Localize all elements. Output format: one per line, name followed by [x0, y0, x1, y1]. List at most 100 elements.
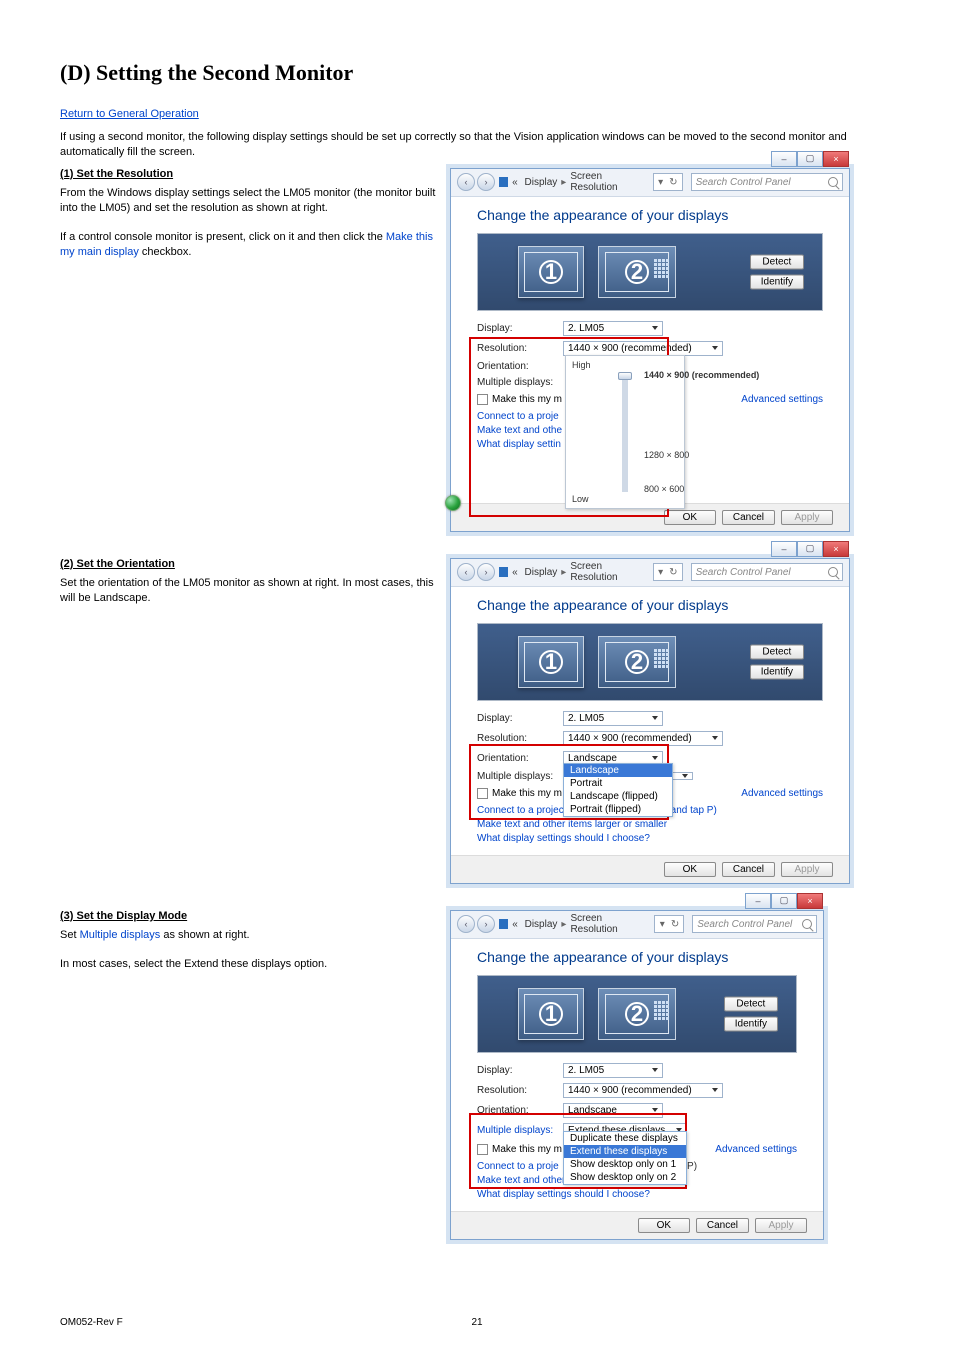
identify-button[interactable]: Identify — [750, 274, 804, 289]
address-field[interactable]: ▾↻ — [654, 915, 684, 933]
monitor-2[interactable]: 2 — [598, 246, 676, 298]
resolution-select[interactable]: 1440 × 900 (recommended) — [563, 1083, 723, 1098]
identify-button[interactable]: Identify — [750, 664, 804, 679]
multiple-label: Multiple displays: — [477, 1125, 563, 1136]
minimize-button[interactable]: – — [771, 541, 797, 557]
orientation-option-portrait-flipped[interactable]: Portrait (flipped) — [564, 803, 672, 816]
multiple-option-extend[interactable]: Extend these displays — [564, 1145, 686, 1158]
maximize-button[interactable]: ▢ — [797, 151, 823, 167]
chevron-down-icon — [652, 326, 658, 330]
multiple-dropdown[interactable]: Duplicate these displays Extend these di… — [563, 1131, 687, 1185]
minimize-button[interactable]: – — [745, 893, 771, 909]
close-button[interactable]: × — [823, 541, 849, 557]
orientation-select[interactable]: Landscape — [563, 1103, 663, 1118]
chevron-down-icon — [712, 736, 718, 740]
slider-thumb[interactable] — [618, 372, 632, 380]
window-heading: Change the appearance of your displays — [477, 949, 797, 965]
monitor-1[interactable]: 1 — [518, 636, 584, 688]
make-main-checkbox[interactable] — [477, 788, 488, 799]
item2-heading: (2) Set the Orientation — [60, 558, 450, 570]
close-button[interactable]: × — [823, 151, 849, 167]
orientation-dropdown[interactable]: Landscape Portrait Landscape (flipped) P… — [563, 763, 673, 817]
nav-back-button[interactable]: ‹ — [457, 563, 475, 581]
resolution-slider-panel[interactable]: High 1440 × 900 (recommended) 1280 × 800… — [565, 355, 685, 509]
chevron-down-icon — [682, 774, 688, 778]
search-input[interactable]: Search Control Panel — [691, 173, 843, 191]
monitor-preview[interactable]: 1 2 Detect Identify — [477, 233, 823, 311]
chevron-down-icon — [712, 346, 718, 350]
detect-button[interactable]: Detect — [750, 644, 804, 659]
make-main-checkbox[interactable] — [477, 1144, 488, 1155]
display-value: 2. LM05 — [568, 1065, 604, 1076]
orientation-option-landscape-flipped[interactable]: Landscape (flipped) — [564, 790, 672, 803]
return-link[interactable]: Return to General Operation — [60, 108, 199, 120]
display-icon — [499, 919, 508, 929]
apply-button[interactable]: Apply — [755, 1218, 807, 1233]
advanced-settings-link[interactable]: Advanced settings — [741, 394, 823, 405]
orientation-option-portrait[interactable]: Portrait — [564, 777, 672, 790]
apply-button[interactable]: Apply — [781, 862, 833, 877]
maximize-button[interactable]: ▢ — [771, 893, 797, 909]
window-heading: Change the appearance of your displays — [477, 597, 823, 613]
slider-res-2: 1280 × 800 — [644, 450, 689, 460]
detect-button[interactable]: Detect — [724, 996, 778, 1011]
breadcrumb[interactable]: « Display ▸ Screen Resolution — [499, 561, 645, 583]
monitor-preview[interactable]: 1 2 Detect Identify — [477, 975, 797, 1053]
which-settings-link[interactable]: What display settings should I choose? — [477, 1189, 797, 1200]
nav-forward-button[interactable]: › — [477, 915, 495, 933]
resolution-value: 1440 × 900 (recommended) — [568, 1085, 692, 1096]
close-button[interactable]: × — [797, 893, 823, 909]
display-value: 2. LM05 — [568, 713, 604, 724]
ok-button[interactable]: OK — [664, 510, 716, 525]
multiple-option-only1[interactable]: Show desktop only on 1 — [564, 1158, 686, 1171]
nav-back-button[interactable]: ‹ — [457, 915, 475, 933]
nav-back-button[interactable]: ‹ — [457, 173, 475, 191]
monitor-2[interactable]: 2 — [598, 988, 676, 1040]
identify-button[interactable]: Identify — [724, 1016, 778, 1031]
cancel-button[interactable]: Cancel — [722, 862, 775, 877]
address-field[interactable]: ▾↻ — [653, 173, 682, 191]
chevron-down-icon — [652, 1068, 658, 1072]
text-size-link[interactable]: Make text and other items larger or smal… — [477, 819, 823, 830]
multiple-option-duplicate[interactable]: Duplicate these displays — [564, 1132, 686, 1145]
item3-line1a: Set — [60, 929, 80, 941]
ok-button[interactable]: OK — [664, 862, 716, 877]
nav-forward-button[interactable]: › — [477, 563, 495, 581]
monitor-preview[interactable]: 1 2 Detect Identify — [477, 623, 823, 701]
crumb-sr: Screen Resolution — [570, 171, 645, 193]
slider-res-1: 1440 × 900 (recommended) — [644, 370, 759, 380]
minimize-button[interactable]: – — [771, 151, 797, 167]
detect-button[interactable]: Detect — [750, 254, 804, 269]
resolution-select[interactable]: 1440 × 900 (recommended) — [563, 341, 723, 356]
chevron-right-icon: ▸ — [561, 177, 566, 188]
orientation-option-landscape[interactable]: Landscape — [564, 764, 672, 777]
monitor-2[interactable]: 2 — [598, 636, 676, 688]
item1-line2b: checkbox. — [142, 246, 192, 258]
advanced-settings-link[interactable]: Advanced settings — [715, 1144, 797, 1155]
resolution-select[interactable]: 1440 × 900 (recommended) — [563, 731, 723, 746]
nav-forward-button[interactable]: › — [477, 173, 495, 191]
make-main-checkbox[interactable] — [477, 394, 488, 405]
search-input[interactable]: Search Control Panel — [691, 563, 843, 581]
monitor-1[interactable]: 1 — [518, 988, 584, 1040]
advanced-settings-link[interactable]: Advanced settings — [741, 788, 823, 799]
window-heading: Change the appearance of your displays — [477, 207, 823, 223]
maximize-button[interactable]: ▢ — [797, 541, 823, 557]
cancel-button[interactable]: Cancel — [722, 510, 775, 525]
cancel-button[interactable]: Cancel — [696, 1218, 749, 1233]
display-select[interactable]: 2. LM05 — [563, 321, 663, 336]
address-field[interactable]: ▾↻ — [653, 563, 682, 581]
search-icon — [828, 177, 838, 187]
ok-button[interactable]: OK — [638, 1218, 690, 1233]
search-input[interactable]: Search Control Panel — [692, 915, 817, 933]
monitor-1[interactable]: 1 — [518, 246, 584, 298]
display-select[interactable]: 2. LM05 — [563, 1063, 663, 1078]
breadcrumb[interactable]: « Display ▸ Screen Resolution — [499, 913, 646, 935]
crumb-display: Display — [525, 567, 558, 578]
display-select[interactable]: 2. LM05 — [563, 711, 663, 726]
apply-button[interactable]: Apply — [781, 510, 833, 525]
multiple-option-only2[interactable]: Show desktop only on 2 — [564, 1171, 686, 1184]
which-settings-link[interactable]: What display settings should I choose? — [477, 833, 823, 844]
multiple-label: Multiple displays: — [477, 377, 563, 388]
breadcrumb[interactable]: « Display ▸ Screen Resolution — [499, 171, 645, 193]
